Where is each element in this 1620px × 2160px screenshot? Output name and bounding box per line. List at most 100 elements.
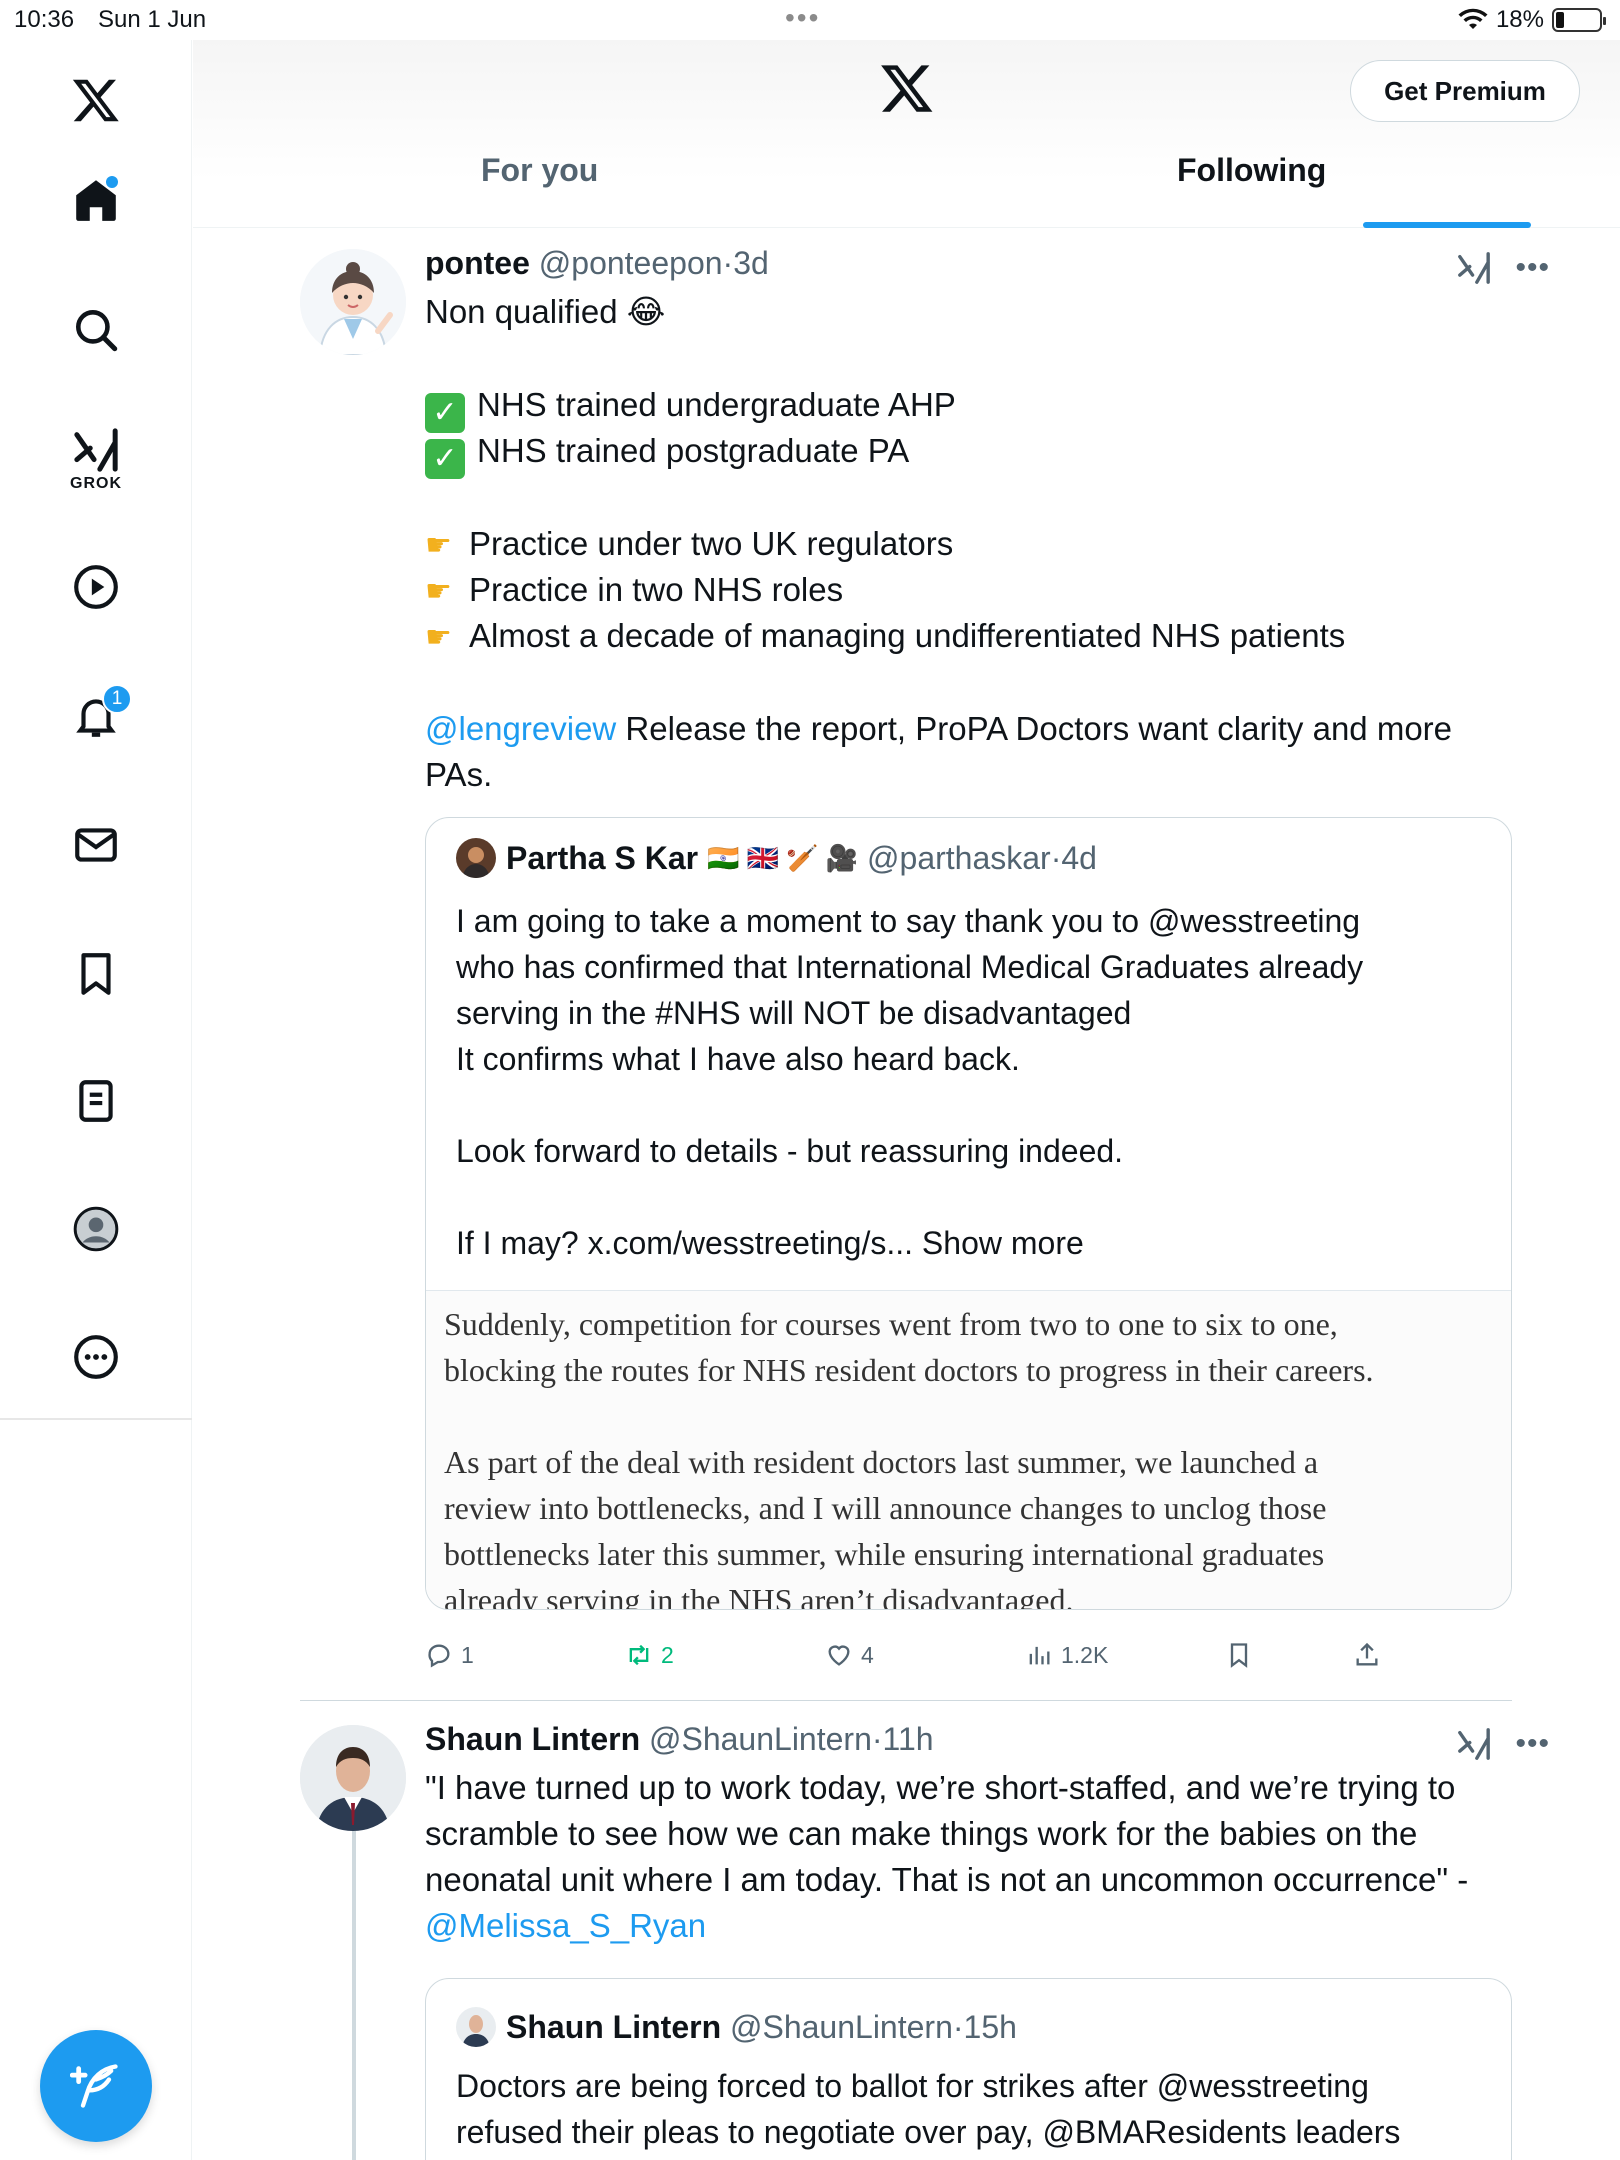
sidebar-item-more[interactable] [46,1307,146,1407]
header: Get Premium For you Following [193,40,1620,228]
author-handle[interactable]: @ponteepon [539,245,723,281]
grok-icon[interactable] [1457,1727,1491,1761]
tweet-text-line: @lengreview Release the report, ProPA Do… [425,706,1452,752]
quote-author-handle[interactable]: @parthaskar [867,840,1051,877]
sidebar-item-search[interactable] [46,280,146,380]
checklist-text: NHS trained postgraduate PA [477,432,910,469]
reply-button[interactable]: 1 [425,1641,474,1669]
quote-header: Partha S Kar 🇮🇳 🇬🇧 🏏 🎥 @parthaskar · 4d [456,838,1097,878]
active-tab-indicator [1363,222,1531,228]
quoted-tweet[interactable]: Partha S Kar 🇮🇳 🇬🇧 🏏 🎥 @parthaskar · 4d I … [425,817,1512,1610]
thread-line [352,1831,356,2160]
author-name[interactable]: pontee [425,245,530,281]
tweet-bullet-item: ☛ Practice in two NHS roles [425,567,843,615]
check-mark-icon: ✓ [425,393,465,433]
quote-author-handle[interactable]: @ShaunLintern [730,2009,953,2046]
sidebar: GROK 1 [0,40,192,2160]
get-premium-button[interactable]: Get Premium [1350,60,1580,122]
quote-text: Doctors are being forced to ballot for s… [456,2068,1401,2150]
mention-link[interactable]: @Melissa_S_Ryan [425,1907,706,1944]
status-bar: 10:36 Sun 1 Jun ••• 18% [0,0,1620,40]
quoted-tweet[interactable]: Shaun Lintern @ShaunLintern · 15h Doctors … [425,1978,1512,2160]
avatar[interactable] [456,2007,496,2047]
heart-icon [828,1645,850,1666]
sidebar-divider [0,1418,192,1420]
tweet-time[interactable]: 3d [733,245,769,281]
mail-icon [75,828,117,862]
compose-button[interactable] [40,2030,152,2142]
sidebar-item-profile[interactable] [46,1179,146,1279]
repost-icon [629,1644,649,1666]
more-options-icon[interactable]: ••• [1515,253,1550,283]
wifi-icon [1458,8,1488,29]
separator-dot: · [722,245,734,281]
reply-count: 1 [461,1641,474,1668]
quote-author-name[interactable]: Partha S Kar [506,840,698,877]
timeline-feed[interactable]: pontee @ponteepon·3d ••• Non qualified 😂… [193,229,1620,2160]
bookmark-icon [1230,1643,1248,1668]
avatar[interactable] [300,1725,406,1831]
tweet-bullet-item: ☛ Practice under two UK regulators [425,521,953,569]
separator-dot: · [952,2008,964,2045]
x-logo-icon[interactable] [879,60,935,116]
tweet-pontee[interactable]: pontee @ponteepon·3d ••• Non qualified 😂… [193,229,1620,1701]
multitasking-dots-icon[interactable]: ••• [785,2,820,34]
compose-feather-icon [70,2064,118,2108]
grok-icon[interactable] [1457,251,1491,285]
avatar[interactable] [300,249,406,355]
author-handle[interactable]: @ShaunLintern [649,1721,872,1757]
quote-time[interactable]: 15h [964,2009,1017,2046]
sidebar-item-grok[interactable]: GROK [46,410,146,510]
share-button[interactable] [1353,1641,1381,1669]
show-more-link[interactable]: Show more [922,1225,1084,1261]
more-icon [74,1335,118,1379]
battery-fill [1556,12,1564,28]
sidebar-item-video[interactable] [46,537,146,637]
bullet-text: Practice under two UK regulators [469,525,954,562]
x-logo-icon[interactable] [46,50,146,150]
view-count: 1.2K [1061,1641,1109,1668]
tweet-checklist-item: ✓ NHS trained postgraduate PA [425,428,909,479]
home-unread-dot [106,176,118,188]
more-options-icon[interactable]: ••• [1515,1729,1550,1759]
tweet-text: Release the report, ProPA Doctors want c… [616,710,1453,747]
sidebar-item-bookmarks[interactable] [46,924,146,1024]
repost-button[interactable]: 2 [625,1641,674,1669]
tab-for-you[interactable]: For you [481,152,598,228]
tweet-top-actions: ••• [1457,1727,1550,1761]
sidebar-item-lists[interactable] [46,1051,146,1151]
reply-icon [428,1644,450,1668]
quote-time[interactable]: 4d [1061,840,1097,877]
tweet-time[interactable]: 11h [883,1721,934,1757]
views-chart-icon [1029,1646,1050,1665]
quote-author-name[interactable]: Shaun Lintern [506,2009,721,2046]
author-name[interactable]: Shaun Lintern [425,1721,640,1757]
like-button[interactable]: 4 [825,1641,874,1669]
mention-link[interactable]: @lengreview [425,710,616,747]
author-emoji-flags: 🇮🇳 🇬🇧 🏏 🎥 [706,842,859,873]
avatar-photo [300,1725,406,1831]
grok-label: GROK [70,475,122,492]
views-button[interactable]: 1.2K [1025,1641,1108,1669]
bookmark-button[interactable] [1225,1641,1253,1669]
avatar[interactable] [456,838,496,878]
bullet-text: Almost a decade of managing undifferenti… [469,617,1346,654]
repost-count: 2 [661,1641,674,1668]
tweet-header: Shaun Lintern @ShaunLintern·11h [425,1721,934,1758]
tweet-shaun-lintern[interactable]: Shaun Lintern @ShaunLintern·11h ••• "I h… [193,1701,1620,2160]
play-icon [74,565,118,609]
separator-dot: · [1050,839,1062,876]
search-icon [76,310,118,352]
sidebar-item-home[interactable] [46,150,146,250]
check-mark-icon: ✓ [425,439,465,479]
pointing-hand-icon: ☛ [425,529,452,562]
pointing-hand-icon: ☛ [425,621,452,654]
sidebar-item-notifications[interactable]: 1 [46,666,146,766]
tab-following[interactable]: Following [1177,152,1326,228]
tweet-header: pontee @ponteepon·3d [425,245,769,282]
quote-body: I am going to take a moment to say thank… [456,903,1364,1261]
grok-icon [74,428,118,472]
sidebar-item-messages[interactable] [46,795,146,895]
quote-image-article-excerpt[interactable]: Suddenly, competition for courses went f… [426,1290,1511,1609]
tweet-top-actions: ••• [1457,251,1550,285]
